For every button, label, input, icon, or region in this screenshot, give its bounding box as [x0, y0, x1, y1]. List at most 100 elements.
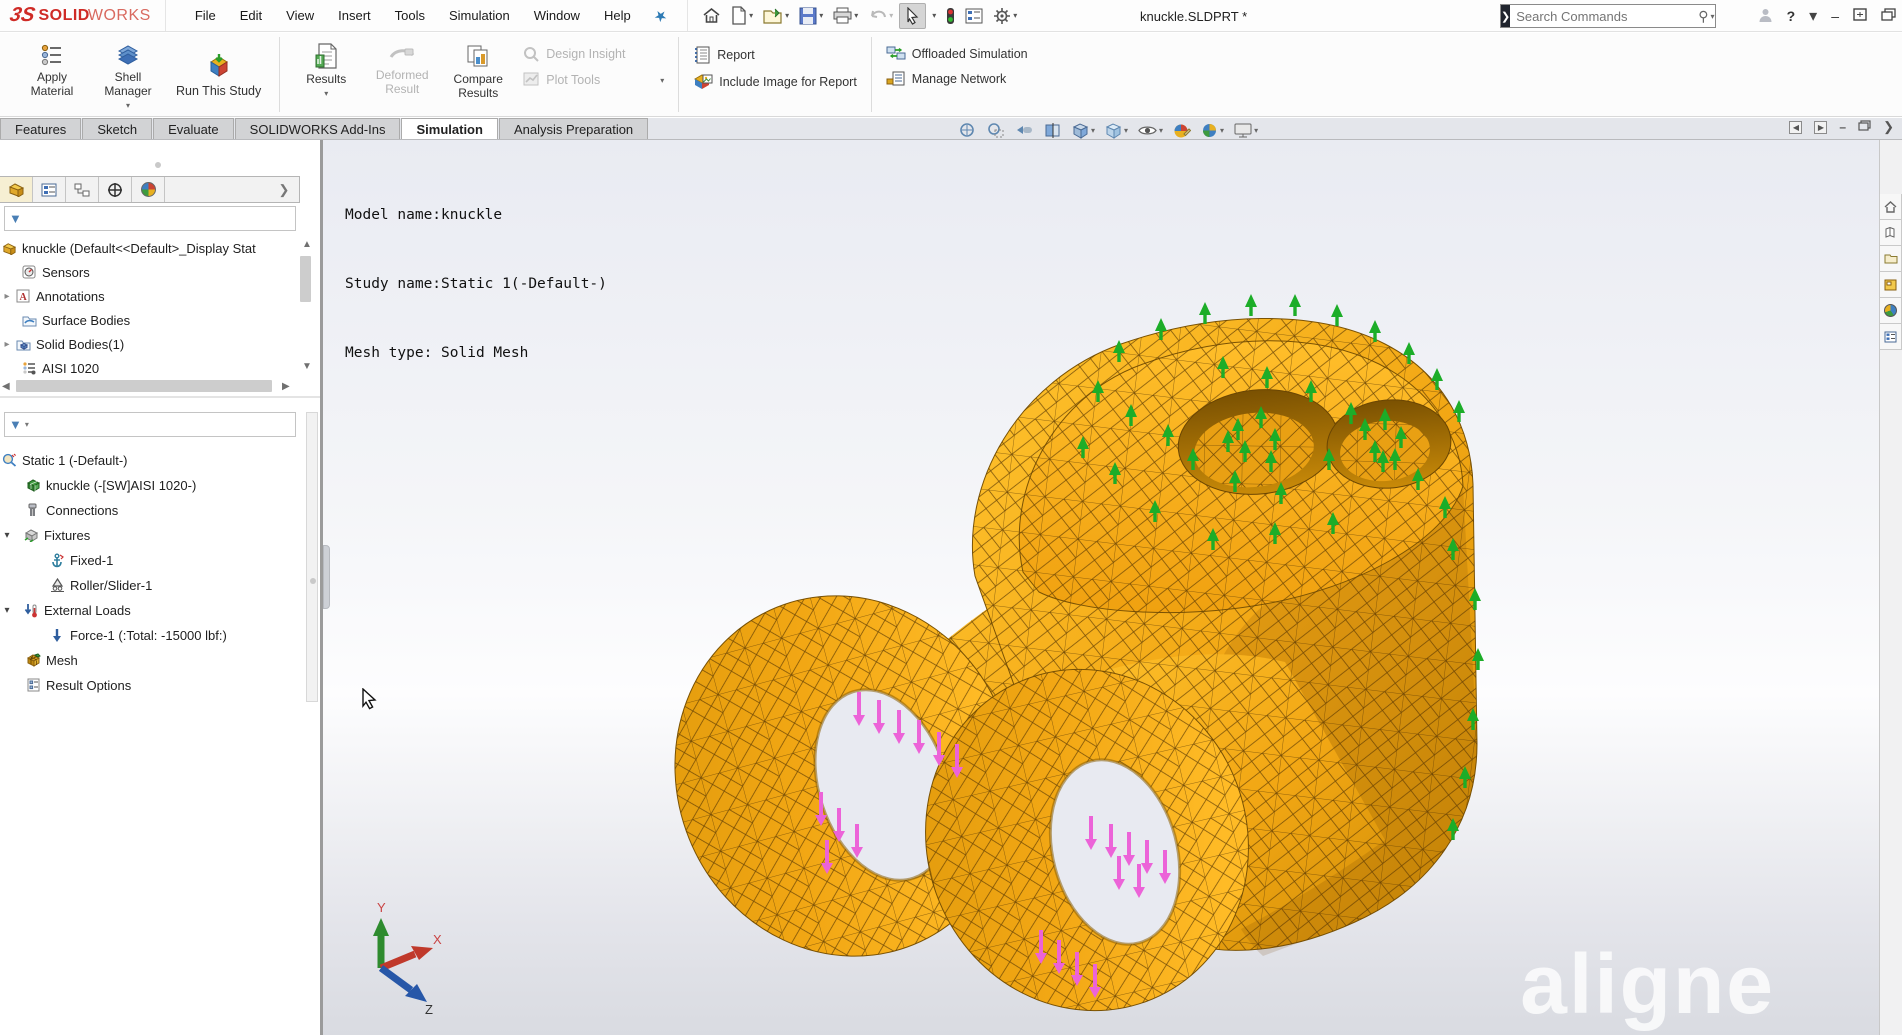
- tab-sketch[interactable]: Sketch: [82, 118, 152, 139]
- tree-row-material[interactable]: AISI 1020: [20, 356, 99, 380]
- print-button[interactable]: ▾: [829, 4, 862, 27]
- menu-simulation[interactable]: Simulation: [438, 3, 521, 28]
- view-palette-button[interactable]: [1879, 272, 1902, 298]
- menu-help[interactable]: Help: [593, 3, 642, 28]
- shell-manager-button[interactable]: ShellManager ▾: [90, 37, 166, 112]
- filter-dropdown-icon[interactable]: ▾: [25, 420, 29, 429]
- display-style-button[interactable]: ▾: [1104, 122, 1128, 139]
- tree-scroll-left[interactable]: ◀: [2, 382, 10, 392]
- tab-simulation[interactable]: Simulation: [401, 118, 497, 139]
- tree-row-roller-slider[interactable]: Roller/Slider-1: [48, 573, 152, 597]
- deformed-result-button[interactable]: DeformedResult: [364, 37, 440, 112]
- manage-network-button[interactable]: Manage Network: [886, 70, 1028, 87]
- menu-insert[interactable]: Insert: [327, 3, 382, 28]
- plot-tools-button[interactable]: Plot Tools ▾: [522, 71, 664, 89]
- hide-show-dropdown[interactable]: ▾: [1159, 126, 1163, 135]
- reference-triad[interactable]: Y X Z: [373, 900, 442, 1017]
- restore-button[interactable]: [1853, 8, 1867, 24]
- panel-viewport-divider[interactable]: [320, 140, 323, 1035]
- view-settings-button[interactable]: ▾: [1233, 122, 1258, 138]
- tree-hscrollbar-thumb[interactable]: [16, 380, 272, 392]
- menu-file[interactable]: File: [184, 3, 227, 28]
- tab-analysis-preparation[interactable]: Analysis Preparation: [499, 118, 648, 139]
- panel-splitter[interactable]: [0, 396, 320, 398]
- tree-scroll-right[interactable]: ▶: [282, 382, 290, 392]
- results-button[interactable]: Results ▾: [288, 37, 364, 112]
- view-orientation-dropdown[interactable]: ▾: [1091, 126, 1095, 135]
- zoom-to-fit-button[interactable]: [958, 121, 977, 139]
- tab-evaluate[interactable]: Evaluate: [153, 118, 234, 139]
- collapse-arrow-icon[interactable]: ▾: [0, 530, 14, 541]
- study-tree-scrollbar[interactable]: [306, 412, 318, 702]
- help-button[interactable]: ?: [1787, 8, 1796, 24]
- run-this-study-button[interactable]: Run This Study: [166, 37, 271, 112]
- user-account-icon[interactable]: [1758, 7, 1773, 26]
- previous-view-button[interactable]: [1014, 122, 1034, 138]
- section-view-button[interactable]: [1043, 122, 1062, 139]
- tree-scroll-down[interactable]: ▼: [302, 362, 312, 372]
- minimize-button[interactable]: –: [1831, 8, 1839, 24]
- tree-row-study[interactable]: Static 1 (-Default-): [0, 448, 127, 472]
- edit-appearance-button[interactable]: [1172, 122, 1191, 139]
- restore-document-button[interactable]: [1858, 120, 1871, 134]
- menu-edit[interactable]: Edit: [229, 3, 273, 28]
- tree-row-force[interactable]: Force-1 (:Total: -15000 lbf:): [48, 623, 227, 647]
- tree-row-fixed[interactable]: Fixed-1: [48, 548, 113, 572]
- hide-show-items-button[interactable]: ▾: [1137, 123, 1163, 138]
- tree-row-root[interactable]: knuckle (Default<<Default>_Display Stat: [0, 236, 256, 260]
- panel-expand-chevron[interactable]: ❯: [269, 177, 299, 202]
- new-document-button[interactable]: ▾: [727, 3, 757, 28]
- tree-scroll-up[interactable]: ▲: [302, 240, 312, 250]
- apply-scene-dropdown[interactable]: ▾: [1220, 126, 1224, 135]
- solidworks-resources-button[interactable]: [1879, 194, 1902, 220]
- undo-button[interactable]: ▾: [864, 5, 897, 27]
- search-input[interactable]: [1510, 9, 1698, 24]
- tab-dimxpertmanager[interactable]: [99, 177, 132, 202]
- tab-configurationmanager[interactable]: [66, 177, 99, 202]
- tab-features[interactable]: Features: [0, 118, 81, 139]
- feature-tree-filter[interactable]: ▼: [4, 206, 296, 231]
- menu-view[interactable]: View: [275, 3, 325, 28]
- tab-featuremanager-part[interactable]: [0, 177, 33, 202]
- study-tree-filter[interactable]: ▼ ▾: [4, 412, 296, 437]
- include-image-for-report-button[interactable]: Include Image for Report: [693, 73, 857, 91]
- tree-scrollbar-thumb[interactable]: [300, 256, 311, 302]
- apply-material-button[interactable]: ApplyMaterial: [14, 37, 90, 112]
- tree-row-solid-bodies[interactable]: ▸ Solid Bodies(1): [0, 332, 124, 356]
- search-icon[interactable]: ⚲: [1698, 8, 1710, 25]
- offloaded-simulation-button[interactable]: Offloaded Simulation: [886, 45, 1028, 62]
- save-button[interactable]: ▾: [795, 4, 827, 28]
- view-settings-dropdown[interactable]: ▾: [1254, 126, 1258, 135]
- tree-row-sensors[interactable]: Sensors: [20, 260, 90, 284]
- view-orientation-button[interactable]: ▾: [1071, 122, 1095, 139]
- zoom-to-area-button[interactable]: [986, 121, 1005, 139]
- expand-band-chevron[interactable]: ❯: [1883, 119, 1894, 135]
- file-explorer-button[interactable]: [1879, 246, 1902, 272]
- tree-row-result-options[interactable]: Result Options: [24, 673, 131, 697]
- collapse-right-pane-button[interactable]: ▶: [1814, 121, 1827, 134]
- open-document-button[interactable]: ▾: [759, 4, 793, 28]
- tree-row-surface-bodies[interactable]: Surface Bodies: [20, 308, 130, 332]
- expand-arrow-icon[interactable]: ▸: [0, 339, 14, 350]
- select-dropdown[interactable]: ▾: [928, 8, 940, 23]
- tab-displaymanager[interactable]: [132, 177, 165, 202]
- collapse-left-pane-button[interactable]: ◀: [1789, 121, 1802, 134]
- compare-results-button[interactable]: CompareResults: [440, 37, 516, 112]
- tree-row-mesh[interactable]: Mesh: [24, 648, 78, 672]
- design-insight-button[interactable]: Design Insight: [522, 45, 664, 63]
- interference-check-button[interactable]: [942, 4, 959, 28]
- model-canvas[interactable]: Y X Z: [323, 140, 1879, 1035]
- minimize-document-button[interactable]: –: [1839, 120, 1846, 134]
- tree-row-fixtures[interactable]: ▾ Fixtures: [0, 523, 90, 547]
- graphics-viewport[interactable]: Model name:knuckle Study name:Static 1(-…: [323, 140, 1879, 1035]
- home-button[interactable]: [698, 3, 725, 28]
- tree-row-external-loads[interactable]: ▾ External Loads: [0, 598, 131, 622]
- tab-solidworks-add-ins[interactable]: SOLIDWORKS Add-Ins: [235, 118, 401, 139]
- tree-row-study-part[interactable]: knuckle (-[SW]AISI 1020-): [24, 473, 196, 497]
- display-style-dropdown[interactable]: ▾: [1124, 126, 1128, 135]
- options-gear-button[interactable]: ▾: [989, 4, 1021, 28]
- report-button[interactable]: Report: [693, 45, 857, 65]
- evaluate-list-button[interactable]: [961, 5, 987, 27]
- expand-arrow-icon[interactable]: ▸: [0, 291, 14, 302]
- results-dropdown[interactable]: ▾: [324, 89, 328, 98]
